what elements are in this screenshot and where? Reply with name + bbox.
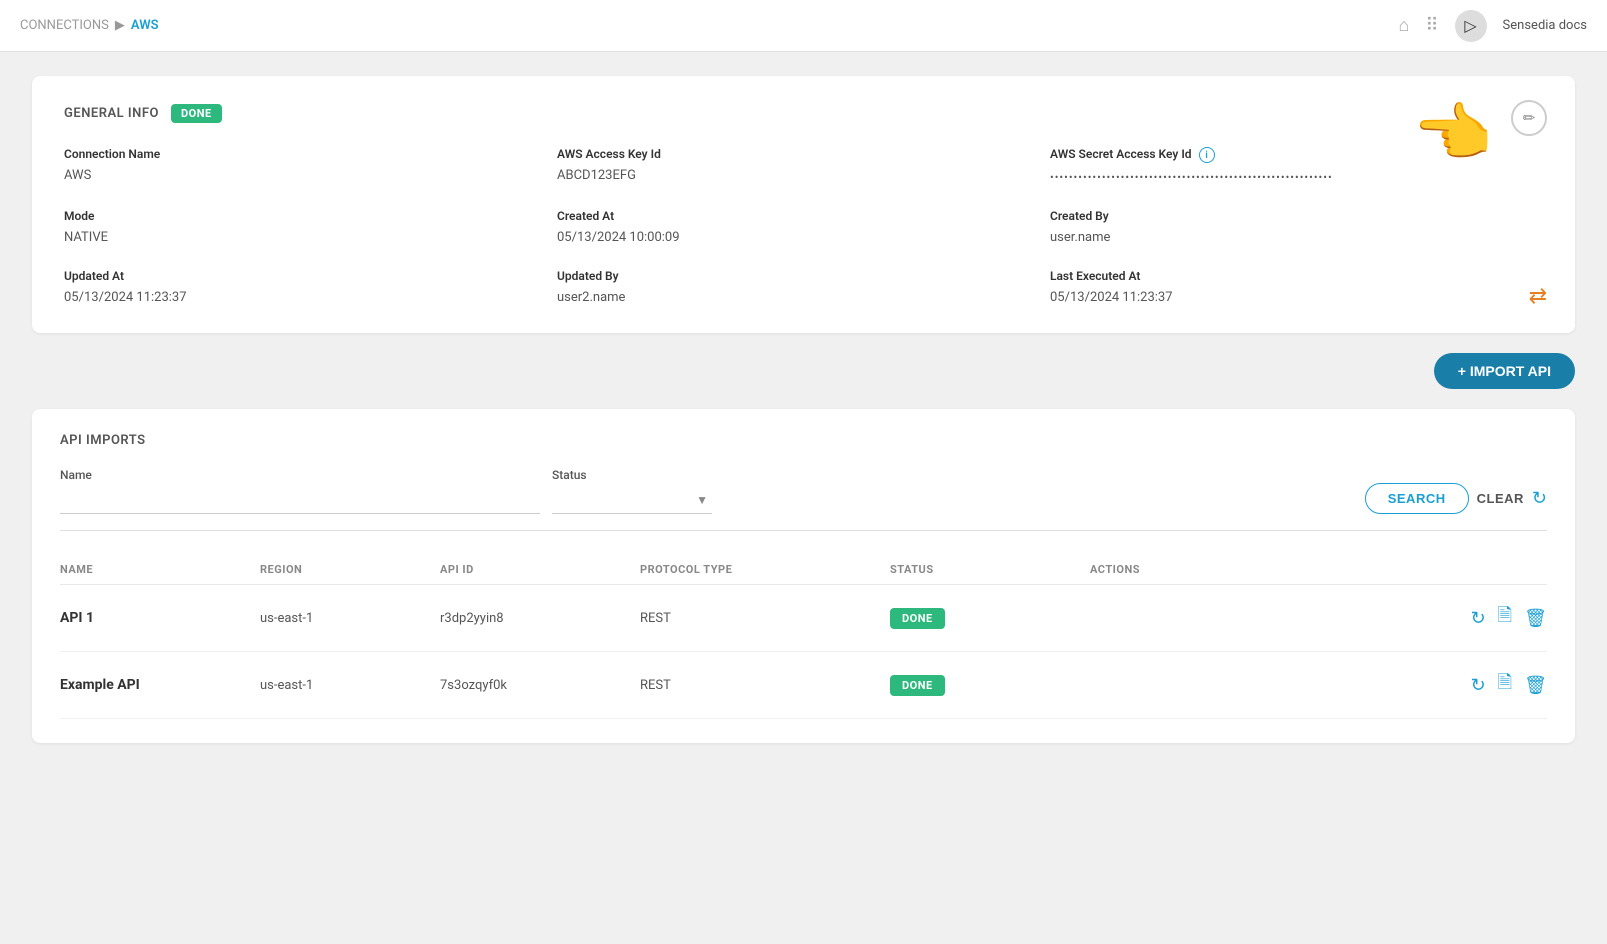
col-name-header: NAME bbox=[60, 563, 260, 576]
name-filter-input[interactable] bbox=[60, 486, 540, 514]
filter-row: Name Status DONE PENDING ERROR ▼ SEARCH bbox=[60, 468, 1547, 531]
row2-name: Example API bbox=[60, 677, 260, 693]
filter-config-icon[interactable]: ⇄ bbox=[1529, 284, 1547, 309]
status-filter-select[interactable]: DONE PENDING ERROR bbox=[552, 486, 712, 514]
general-info-header: GENERAL INFO DONE bbox=[64, 104, 1543, 123]
api-imports-table: NAME REGION API ID PROTOCOL TYPE STATUS … bbox=[60, 555, 1547, 719]
aws-access-key-field: AWS Access Key Id ABCD123EFG bbox=[557, 147, 1050, 185]
aws-access-key-value: ABCD123EFG bbox=[557, 168, 636, 183]
updated-by-label: Updated By bbox=[557, 269, 1050, 283]
top-bar: CONNECTIONS ▶ AWS ⌂ ⠿ ▷ Sensedia docs bbox=[0, 0, 1607, 52]
row2-delete-icon[interactable]: 🗑 bbox=[1524, 675, 1547, 696]
created-by-value: user.name bbox=[1050, 230, 1110, 245]
api-imports-title: API IMPORTS bbox=[60, 433, 1547, 448]
refresh-icon[interactable]: ↻ bbox=[1532, 488, 1547, 509]
created-at-value: 05/13/2024 10:00:09 bbox=[557, 230, 680, 245]
search-button[interactable]: SEARCH bbox=[1365, 483, 1469, 514]
status-filter-label: Status bbox=[552, 468, 712, 482]
last-executed-field: Last Executed At 05/13/2024 11:23:37 ⇄ bbox=[1050, 269, 1543, 305]
table-row: API 1 us-east-1 r3dp2yyin8 REST DONE ↻ 🗎… bbox=[60, 585, 1547, 652]
avatar[interactable]: ▷ bbox=[1455, 10, 1487, 42]
edit-button[interactable]: ✏ bbox=[1511, 100, 1547, 136]
row2-protocol: REST bbox=[640, 678, 890, 693]
aws-access-key-label: AWS Access Key Id bbox=[557, 147, 1050, 161]
pencil-icon: ✏ bbox=[1523, 109, 1536, 127]
status-filter-field: Status DONE PENDING ERROR ▼ bbox=[552, 468, 712, 514]
grid-icon[interactable]: ⠿ bbox=[1425, 15, 1438, 36]
status-badge: DONE bbox=[171, 104, 222, 123]
connection-name-field: Connection Name AWS bbox=[64, 147, 557, 185]
info-grid: Connection Name AWS AWS Access Key Id AB… bbox=[64, 147, 1543, 305]
name-filter-field: Name bbox=[60, 468, 540, 514]
last-executed-label: Last Executed At bbox=[1050, 269, 1543, 283]
created-by-field: Created By user.name bbox=[1050, 209, 1543, 245]
row1-api-id: r3dp2yyin8 bbox=[440, 611, 640, 626]
row2-region: us-east-1 bbox=[260, 678, 440, 693]
name-filter-label: Name bbox=[60, 468, 540, 482]
last-executed-value: 05/13/2024 11:23:37 bbox=[1050, 290, 1173, 305]
pointing-hand-icon: 👉 bbox=[1415, 96, 1495, 171]
row1-delete-icon[interactable]: 🗑 bbox=[1524, 608, 1547, 629]
row1-protocol: REST bbox=[640, 611, 890, 626]
col-apiid-header: API ID bbox=[440, 563, 640, 576]
import-api-row: + IMPORT API bbox=[32, 353, 1575, 389]
row1-actions: ↻ 🗎 🗑 bbox=[1090, 603, 1547, 633]
updated-by-value: user2.name bbox=[557, 290, 625, 305]
row1-region: us-east-1 bbox=[260, 611, 440, 626]
updated-at-field: Updated At 05/13/2024 11:23:37 bbox=[64, 269, 557, 305]
connection-name-value: AWS bbox=[64, 168, 91, 183]
breadcrumb: CONNECTIONS ▶ AWS bbox=[20, 18, 1398, 33]
mode-value: NATIVE bbox=[64, 230, 108, 245]
top-bar-actions: ⌂ ⠿ ▷ Sensedia docs bbox=[1398, 10, 1587, 42]
created-by-label: Created By bbox=[1050, 209, 1543, 223]
col-status-header: STATUS bbox=[890, 563, 1090, 576]
main-content: GENERAL INFO DONE 👉 ✏ Connection Name AW… bbox=[0, 52, 1607, 944]
breadcrumb-arrow: ▶ bbox=[115, 18, 125, 33]
row1-name: API 1 bbox=[60, 610, 260, 626]
updated-at-value: 05/13/2024 11:23:37 bbox=[64, 290, 187, 305]
row2-actions: ↻ 🗎 🗑 bbox=[1090, 670, 1547, 700]
row1-sync-icon[interactable]: ↻ bbox=[1471, 608, 1486, 629]
avatar-icon: ▷ bbox=[1464, 16, 1476, 35]
table-row: Example API us-east-1 7s3ozqyf0k REST DO… bbox=[60, 652, 1547, 719]
row2-api-id: 7s3ozqyf0k bbox=[440, 678, 640, 693]
col-actions-header: ACTIONS bbox=[1090, 563, 1547, 576]
col-protocol-header: PROTOCOL TYPE bbox=[640, 563, 890, 576]
updated-by-field: Updated By user2.name bbox=[557, 269, 1050, 305]
row2-view-icon[interactable]: 🗎 bbox=[1498, 670, 1512, 700]
breadcrumb-current: AWS bbox=[131, 18, 159, 33]
filter-actions: SEARCH CLEAR ↻ bbox=[1365, 483, 1547, 514]
table-header: NAME REGION API ID PROTOCOL TYPE STATUS … bbox=[60, 555, 1547, 585]
breadcrumb-connections[interactable]: CONNECTIONS bbox=[20, 18, 109, 33]
connection-name-label: Connection Name bbox=[64, 147, 557, 161]
docs-link[interactable]: Sensedia docs bbox=[1503, 18, 1587, 33]
row1-status: DONE bbox=[890, 608, 1090, 629]
created-at-label: Created At bbox=[557, 209, 1050, 223]
row2-status: DONE bbox=[890, 675, 1090, 696]
clear-button[interactable]: CLEAR bbox=[1477, 491, 1524, 506]
status-select-wrapper: DONE PENDING ERROR ▼ bbox=[552, 486, 712, 514]
updated-at-label: Updated At bbox=[64, 269, 557, 283]
api-imports-card: API IMPORTS Name Status DONE PENDING ERR… bbox=[32, 409, 1575, 743]
row2-sync-icon[interactable]: ↻ bbox=[1471, 675, 1486, 696]
general-info-card: GENERAL INFO DONE 👉 ✏ Connection Name AW… bbox=[32, 76, 1575, 333]
col-region-header: REGION bbox=[260, 563, 440, 576]
mode-label: Mode bbox=[64, 209, 557, 223]
home-icon[interactable]: ⌂ bbox=[1398, 15, 1409, 36]
row1-view-icon[interactable]: 🗎 bbox=[1498, 603, 1512, 633]
aws-secret-key-value: ••••••••••••••••••••••••••••••••••••••••… bbox=[1050, 171, 1333, 184]
general-info-title: GENERAL INFO bbox=[64, 106, 159, 121]
mode-field: Mode NATIVE bbox=[64, 209, 557, 245]
import-api-button[interactable]: + IMPORT API bbox=[1434, 353, 1575, 389]
created-at-field: Created At 05/13/2024 10:00:09 bbox=[557, 209, 1050, 245]
info-icon[interactable]: i bbox=[1199, 147, 1215, 163]
